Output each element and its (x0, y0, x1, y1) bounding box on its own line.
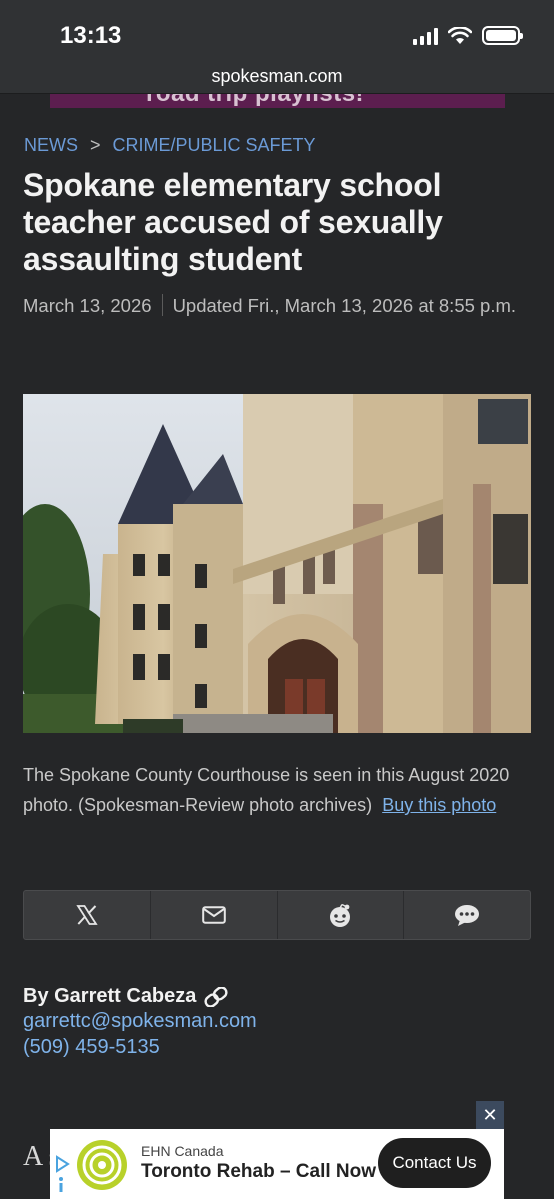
article-photo[interactable] (23, 394, 531, 733)
status-bar: 13:13 (0, 0, 554, 62)
ad-sponsor: EHN Canada (141, 1143, 224, 1159)
top-ad-banner[interactable]: road trip playlists! (50, 94, 505, 108)
top-ad-text: road trip playlists! (146, 94, 364, 108)
date-divider (161, 294, 163, 317)
author-phone-link[interactable]: (509) 459-5135 (23, 1034, 538, 1060)
ad-contact-button[interactable]: Contact Us (378, 1138, 491, 1188)
publish-date: March 13, 2026 (23, 295, 152, 316)
breadcrumb-subsection-link[interactable]: CRIME/PUBLIC SAFETY (113, 135, 316, 156)
reddit-icon (330, 903, 351, 927)
breadcrumb-separator: > (90, 135, 101, 155)
author-email-link[interactable]: garrettc@spokesman.com (23, 1008, 538, 1034)
author-row: By Garrett Cabeza (23, 985, 538, 1008)
updated-date: Updated Fri., March 13, 2026 at 8:55 p.m… (172, 295, 517, 316)
buy-photo-link[interactable]: Buy this photo (382, 795, 496, 815)
share-reddit-button[interactable] (278, 891, 405, 939)
author-name[interactable]: By Garrett Cabeza (23, 985, 196, 1008)
status-time: 13:13 (60, 22, 122, 49)
byline: By Garrett Cabeza garrettc@spokesman.com… (23, 985, 538, 1060)
photo-caption: The Spokane County Courthouse is seen in… (23, 760, 538, 820)
wifi-icon (448, 26, 472, 44)
ehn-logo-icon (77, 1140, 127, 1190)
comment-icon (455, 905, 480, 926)
share-x-button[interactable] (24, 891, 151, 939)
email-icon (201, 906, 226, 924)
bottom-ad-banner[interactable]: EHN Canada Toronto Rehab – Call Now Cont… (50, 1129, 504, 1199)
status-icons (413, 26, 523, 45)
battery-icon (482, 26, 523, 45)
cellular-signal-icon (413, 27, 438, 45)
link-icon[interactable] (202, 986, 230, 1007)
courthouse-photo (23, 394, 531, 733)
article-headline: Spokane elementary school teacher accuse… (23, 167, 443, 277)
share-bar (23, 890, 531, 940)
ad-title: Toronto Rehab – Call Now (141, 1161, 377, 1182)
breadcrumb: NEWS > CRIME/PUBLIC SAFETY (24, 135, 316, 156)
article-dateline: March 13, 2026 Updated Fri., March 13, 20… (23, 290, 543, 321)
ad-close-button[interactable]: ✕ (476, 1101, 504, 1129)
share-email-button[interactable] (151, 891, 278, 939)
share-comment-button[interactable] (404, 891, 530, 939)
breadcrumb-section-link[interactable]: NEWS (24, 135, 78, 156)
url-bar[interactable]: spokesman.com (0, 62, 554, 94)
x-icon (76, 905, 98, 925)
ad-choices-icon[interactable] (54, 1155, 70, 1195)
